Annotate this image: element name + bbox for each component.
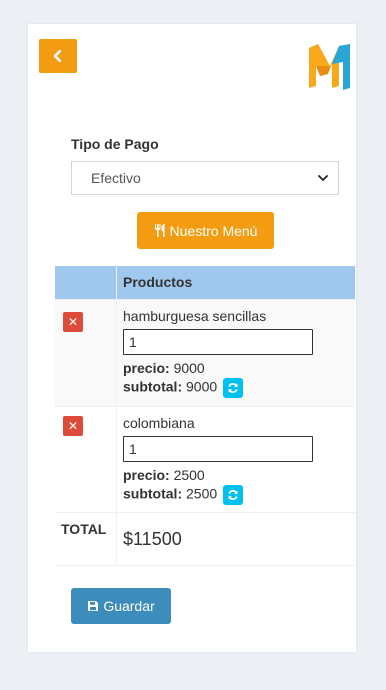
table-header: Productos — [55, 266, 355, 299]
total-row: TOTAL $11500 — [55, 512, 355, 566]
total-label: TOTAL — [61, 521, 107, 537]
our-menu-label: Nuestro Menú — [169, 222, 258, 239]
quantity-input[interactable]: 1 — [123, 436, 313, 462]
price-value: 9000 — [173, 360, 205, 376]
subtotal-label: subtotal: — [123, 378, 183, 395]
subtotal-value: 2500 — [186, 485, 218, 502]
price-line: precio: 2500 — [123, 467, 205, 483]
order-panel: Tipo de Pago Efectivo Nuestro Menú Produ… — [28, 24, 356, 652]
chevron-left-icon — [53, 50, 62, 62]
chevron-down-icon — [318, 175, 328, 181]
close-icon: ✕ — [67, 419, 79, 433]
products-column-header: Productos — [123, 274, 193, 290]
payment-type-value: Efectivo — [91, 170, 141, 186]
refresh-subtotal-button[interactable] — [223, 378, 244, 398]
save-label: Guardar — [103, 598, 155, 614]
close-icon: ✕ — [67, 315, 79, 329]
remove-item-button[interactable]: ✕ — [63, 416, 83, 436]
our-menu-button[interactable]: Nuestro Menú — [137, 212, 274, 249]
price-label: precio: — [123, 467, 170, 483]
quantity-input[interactable]: 1 — [123, 329, 313, 355]
product-name: hamburguesa sencillas — [123, 308, 267, 324]
back-button[interactable] — [39, 39, 77, 73]
refresh-subtotal-button[interactable] — [223, 485, 244, 505]
payment-type-label: Tipo de Pago — [71, 136, 159, 152]
save-button[interactable]: Guardar — [71, 588, 171, 624]
price-value: 2500 — [173, 467, 205, 483]
subtotal-value: 9000 — [186, 378, 218, 395]
table-row: ✕ colombiana 1 precio: 2500 subtotal: 25… — [55, 406, 355, 512]
subtotal-label: subtotal: — [123, 485, 183, 502]
utensils-icon — [154, 224, 165, 237]
products-table: Productos ✕ hamburguesa sencillas 1 prec… — [55, 266, 355, 566]
total-value: $11500 — [123, 529, 182, 549]
floppy-disk-icon — [88, 601, 99, 611]
table-row: ✕ hamburguesa sencillas 1 precio: 9000 s… — [55, 299, 355, 406]
column-divider — [116, 266, 117, 566]
payment-type-select[interactable]: Efectivo — [71, 161, 339, 195]
subtotal-line: subtotal: 9000 — [123, 378, 244, 398]
product-name: colombiana — [123, 415, 195, 431]
remove-item-button[interactable]: ✕ — [63, 312, 83, 332]
brand-logo — [309, 44, 350, 90]
price-line: precio: 9000 — [123, 360, 205, 376]
subtotal-line: subtotal: 2500 — [123, 485, 244, 505]
refresh-icon — [228, 489, 238, 501]
refresh-icon — [228, 382, 238, 394]
price-label: precio: — [123, 360, 170, 376]
